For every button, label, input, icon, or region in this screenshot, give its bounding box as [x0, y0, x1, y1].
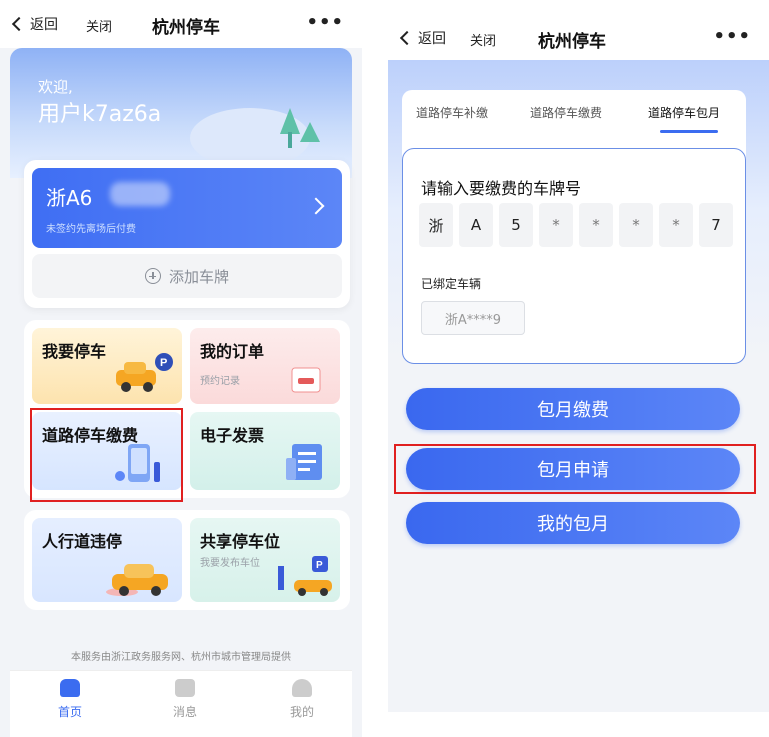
tile-park[interactable]: 我要停车 P	[32, 328, 182, 404]
more-menu-button[interactable]: •••	[306, 12, 344, 33]
plate-subtitle: 未签约先离场后付费	[46, 224, 136, 235]
car-parking-icon: P	[116, 353, 173, 392]
tree-trunk	[288, 132, 292, 148]
car-icon	[106, 564, 168, 596]
more-menu-button[interactable]: •••	[713, 26, 751, 47]
welcome-banner: 欢迎, 用户k7az6a	[10, 48, 352, 178]
tile-shared-title: 共享停车位	[200, 532, 281, 551]
plate-number: 浙A6	[46, 186, 93, 210]
plate-cell[interactable]: *	[659, 203, 693, 247]
plate-cell[interactable]: 7	[699, 203, 733, 247]
right-screen: 返回 关闭 杭州停车 ••• 道路停车补缴 道路停车缴费 道路停车包月 请输入要…	[388, 0, 769, 712]
back-label: 返回	[418, 31, 446, 47]
back-button[interactable]: 返回	[399, 28, 446, 48]
plus-circle-icon	[144, 268, 161, 284]
chevron-left-icon	[11, 16, 27, 32]
add-plate-label: 添加车牌	[168, 267, 229, 286]
my-monthly-button[interactable]: 我的包月	[406, 502, 740, 544]
tab-messages[interactable]: 消息	[155, 679, 215, 720]
bottom-tab-bar: 首页 消息 我的	[10, 670, 352, 737]
plate-cell[interactable]: *	[579, 203, 613, 247]
plate-cell[interactable]: *	[619, 203, 653, 247]
tab-road-pay[interactable]: 道路停车缴费	[530, 104, 602, 121]
plate-cell[interactable]: 浙	[419, 203, 453, 247]
left-screen: 返回 关闭 杭州停车 ••• 欢迎, 用户k7az6a 浙A6 未签约先离场后付…	[0, 0, 362, 737]
tree-icon	[280, 108, 300, 134]
back-label: 返回	[30, 17, 58, 33]
tile-orders[interactable]: 我的订单 预约记录	[190, 328, 340, 404]
username: 用户k7az6a	[38, 102, 162, 127]
tab-profile[interactable]: 我的	[272, 679, 332, 720]
tile-invoice[interactable]: 电子发票	[190, 412, 340, 490]
plate-cell[interactable]: 5	[499, 203, 533, 247]
tab-road-monthly[interactable]: 道路停车包月	[648, 104, 720, 121]
highlight-road-pay	[30, 408, 183, 502]
add-plate-button[interactable]: 添加车牌	[32, 254, 342, 298]
highlight-monthly-apply	[394, 444, 756, 494]
bound-vehicles-label: 已绑定车辆	[421, 277, 482, 291]
page-title: 杭州停车	[538, 32, 606, 52]
bound-vehicle-chip[interactable]: 浙A****9	[421, 301, 525, 335]
active-tab-indicator	[660, 130, 718, 133]
plate-input-card: 请输入要缴费的车牌号 浙 A 5 * * * * 7 已绑定车辆 浙A****9	[402, 148, 746, 364]
welcome-text: 欢迎,	[38, 78, 73, 96]
tile-sidewalk[interactable]: 人行道违停	[32, 518, 182, 602]
chevron-right-icon	[307, 197, 325, 215]
page-title: 杭州停车	[152, 18, 220, 38]
shared-parking-icon: P	[278, 556, 332, 596]
plate-card: 浙A6 未签约先离场后付费 添加车牌	[24, 160, 350, 308]
svg-text:P: P	[316, 560, 323, 571]
plate-entry[interactable]: 浙A6 未签约先离场后付费	[32, 168, 342, 248]
person-icon	[292, 679, 312, 697]
chevron-left-icon	[399, 30, 415, 46]
service-footnote: 本服务由浙江政务服务网、杭州市城市管理局提供	[71, 652, 291, 663]
plate-cell[interactable]: *	[539, 203, 573, 247]
top-bar: 返回 关闭 杭州停车 •••	[0, 0, 362, 48]
tab-strip: 道路停车补缴 道路停车缴费 道路停车包月	[402, 90, 746, 136]
tile-sidewalk-title: 人行道违停	[42, 532, 123, 551]
monthly-pay-button[interactable]: 包月缴费	[406, 388, 740, 430]
tab-home[interactable]: 首页	[40, 679, 100, 720]
tree-icon	[300, 122, 320, 142]
tab-road-back-pay[interactable]: 道路停车补缴	[416, 104, 488, 121]
top-bar: 返回 关闭 杭州停车 •••	[388, 0, 769, 60]
tile-orders-title: 我的订单	[200, 342, 265, 361]
home-icon	[60, 679, 80, 697]
plate-cells: 浙 A 5 * * * * 7	[419, 203, 733, 247]
svg-text:P: P	[160, 357, 167, 369]
plate-cell[interactable]: A	[459, 203, 493, 247]
close-button[interactable]: 关闭	[86, 16, 112, 35]
order-card-icon	[291, 367, 321, 393]
services-grid-2: 人行道违停 共享停车位 我要发布车位 P	[24, 510, 350, 610]
tile-shared[interactable]: 共享停车位 我要发布车位 P	[190, 518, 340, 602]
tab-profile-label: 我的	[289, 705, 314, 719]
back-button[interactable]: 返回	[11, 14, 58, 34]
close-button[interactable]: 关闭	[470, 30, 496, 49]
plate-number-blur	[110, 182, 170, 206]
message-icon	[175, 679, 195, 697]
tab-home-label: 首页	[57, 705, 82, 719]
tab-messages-label: 消息	[172, 705, 197, 719]
plate-input-title: 请输入要缴费的车牌号	[421, 179, 582, 198]
invoice-icon	[286, 444, 322, 480]
